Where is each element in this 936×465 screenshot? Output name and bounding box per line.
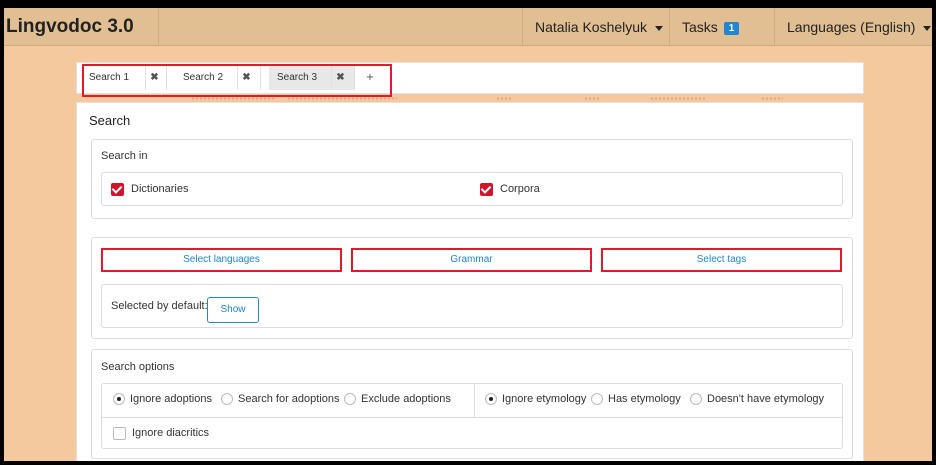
show-button[interactable]: Show <box>207 297 259 323</box>
tasks-count-badge: 1 <box>723 22 740 35</box>
ignore-adoptions-label[interactable]: Ignore adoptions <box>130 393 212 405</box>
exclude-adoptions-radio[interactable] <box>344 393 356 405</box>
corpora-label[interactable]: Corpora <box>500 183 540 195</box>
selected-by-default-label: Selected by default: <box>111 300 208 312</box>
search-for-adoptions-label[interactable]: Search for adoptions <box>238 393 340 405</box>
languages-label: Languages (English) <box>787 19 916 35</box>
search-panel: Search Search in Dictionaries Corpora Se… <box>76 102 864 461</box>
decorative-dots <box>761 97 783 100</box>
app-logo[interactable]: Lingvodoc 3.0 <box>4 8 159 46</box>
divider <box>474 384 475 417</box>
dictionaries-label[interactable]: Dictionaries <box>131 183 188 195</box>
user-name: Natalia Koshelyuk <box>535 19 648 35</box>
has-etymology-radio[interactable] <box>591 393 603 405</box>
search-options-segment: Search options Ignore adoptions Search f… <box>91 349 853 459</box>
chevron-down-icon <box>655 25 664 31</box>
dictionaries-checkbox[interactable] <box>111 183 124 196</box>
top-navbar: Lingvodoc 3.0 Natalia Koshelyuk Tasks 1 L… <box>4 8 932 46</box>
decorative-dots <box>584 97 600 100</box>
no-etymology-radio[interactable] <box>690 393 702 405</box>
tabs-highlight <box>82 64 392 97</box>
search-in-title: Search in <box>101 150 148 162</box>
search-in-options: Dictionaries Corpora <box>101 172 843 206</box>
chevron-down-icon <box>923 25 932 31</box>
ignore-diacritics-label[interactable]: Ignore diacritics <box>132 427 209 439</box>
search-in-segment: Search in Dictionaries Corpora <box>91 139 853 219</box>
select-languages-button[interactable]: Select languages <box>101 248 342 272</box>
search-options-box: Ignore adoptions Search for adoptions Ex… <box>101 383 843 449</box>
ignore-diacritics-checkbox[interactable] <box>113 427 126 440</box>
tasks-menu[interactable]: Tasks 1 <box>669 8 774 46</box>
corpora-checkbox[interactable] <box>480 183 493 196</box>
languages-menu[interactable]: Languages (English) <box>774 8 932 46</box>
decorative-dots <box>496 97 512 100</box>
search-options-title: Search options <box>101 361 175 373</box>
tasks-label: Tasks <box>682 19 718 35</box>
decorative-dots <box>191 97 275 100</box>
decorative-dots <box>650 97 706 100</box>
default-selection-row: Selected by default: Show <box>101 284 843 328</box>
no-etymology-label[interactable]: Doesn't have etymology <box>707 393 824 405</box>
app-window: Lingvodoc 3.0 Natalia Koshelyuk Tasks 1 L… <box>4 8 932 461</box>
exclude-adoptions-label[interactable]: Exclude adoptions <box>361 393 451 405</box>
decorative-dots <box>287 97 397 100</box>
page-title: Search <box>89 113 131 128</box>
ignore-etymology-radio[interactable] <box>485 393 497 405</box>
select-tags-button[interactable]: Select tags <box>601 248 842 272</box>
filters-segment: Select languages Grammar Select tags Sel… <box>91 237 853 339</box>
search-for-adoptions-radio[interactable] <box>221 393 233 405</box>
divider <box>102 417 842 418</box>
ignore-adoptions-radio[interactable] <box>113 393 125 405</box>
has-etymology-label[interactable]: Has etymology <box>608 393 681 405</box>
ignore-etymology-label[interactable]: Ignore etymology <box>502 393 586 405</box>
user-menu[interactable]: Natalia Koshelyuk <box>522 8 669 46</box>
grammar-button[interactable]: Grammar <box>351 248 592 272</box>
